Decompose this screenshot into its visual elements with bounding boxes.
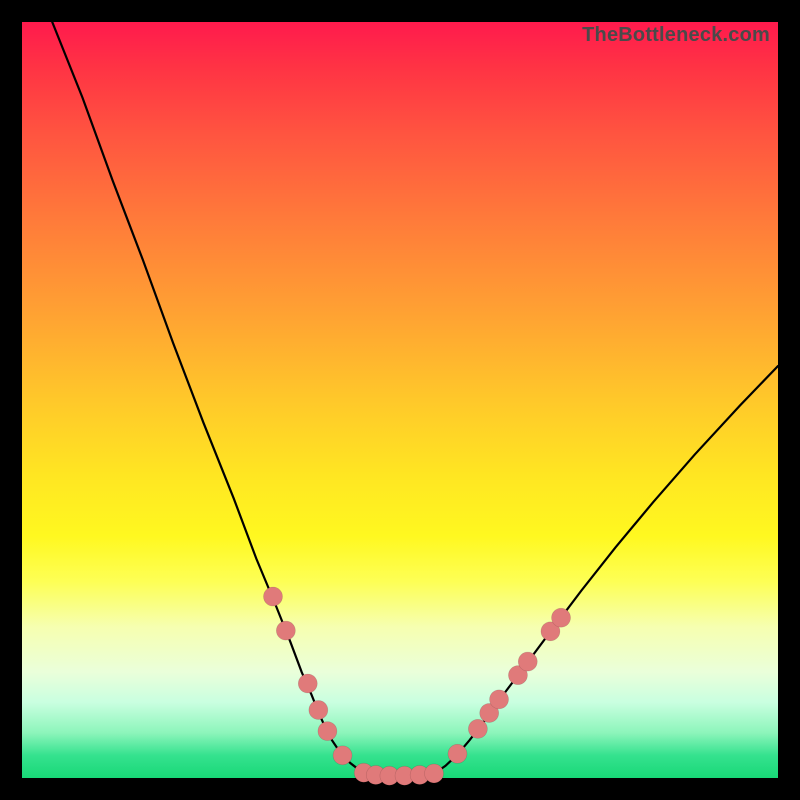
marker-right-3 — [490, 690, 509, 709]
bottleneck-curve — [52, 22, 778, 776]
chart-svg — [22, 22, 778, 778]
marker-bottom-5 — [425, 764, 444, 783]
marker-right-5 — [518, 652, 537, 671]
chart-plot-area: TheBottleneck.com — [22, 22, 778, 778]
marker-left-2 — [298, 674, 317, 693]
marker-left-1 — [276, 621, 295, 640]
marker-left-3 — [309, 700, 328, 719]
marker-right-7 — [552, 608, 571, 627]
marker-left-4 — [318, 722, 337, 741]
marker-left-0 — [263, 587, 282, 606]
marker-right-0 — [448, 744, 467, 763]
marker-right-1 — [468, 719, 487, 738]
marker-left-5 — [333, 746, 352, 765]
markers-group — [263, 587, 570, 785]
